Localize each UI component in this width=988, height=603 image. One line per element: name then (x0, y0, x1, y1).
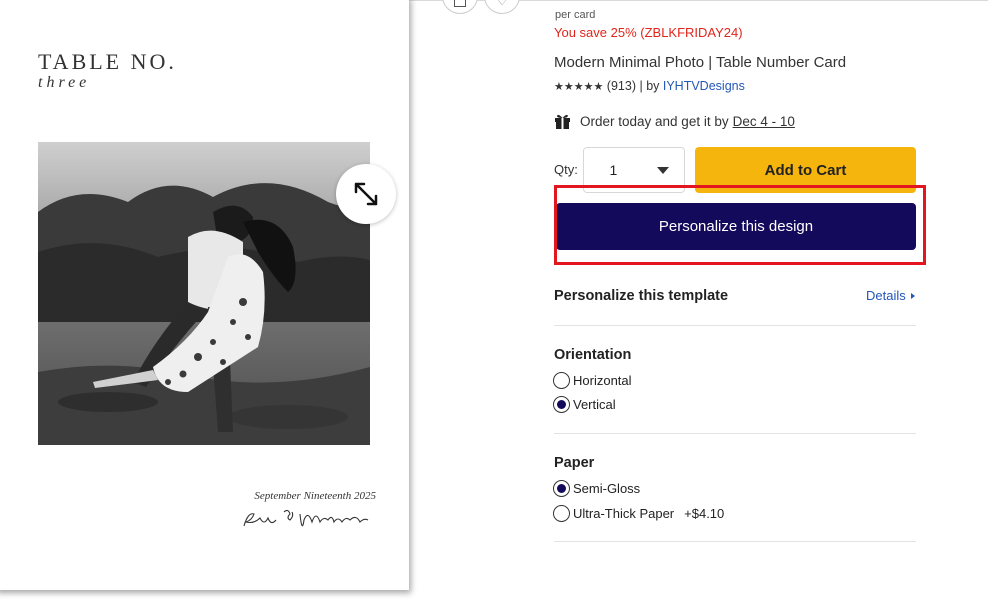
card-title: TABLE NO. (38, 49, 177, 74)
divider (554, 541, 916, 542)
caret-down-icon (643, 166, 684, 174)
option-label: Horizontal (573, 373, 632, 388)
radio-button[interactable] (553, 505, 570, 522)
orientation-title: Orientation (554, 347, 632, 363)
delivery-date-link[interactable]: Dec 4 - 10 (733, 114, 795, 129)
template-section-title: Personalize this template (554, 288, 729, 304)
divider (554, 325, 916, 326)
couple-photo (38, 142, 370, 445)
option-label: Vertical (573, 397, 616, 412)
favorite-mini-button[interactable]: ♡ (484, 0, 520, 14)
highlight-annotation (554, 185, 926, 265)
save-mini-button[interactable] (442, 0, 478, 14)
qty-value: 1 (609, 162, 618, 178)
paper-option-ultra-thick[interactable]: Ultra-Thick Paper +$4.10 (553, 505, 724, 522)
details-link[interactable]: Details (866, 288, 917, 303)
radio-button[interactable] (553, 396, 570, 413)
orientation-option-vertical[interactable]: Vertical (553, 396, 616, 413)
orientation-option-horizontal[interactable]: Horizontal (553, 372, 632, 389)
details-label: Details (866, 288, 906, 303)
heart-icon: ♡ (497, 0, 507, 8)
paper-option-semi-gloss[interactable]: Semi-Gloss (553, 480, 640, 497)
option-price: +$4.10 (684, 506, 725, 521)
option-label: Ultra-Thick Paper (573, 506, 675, 521)
radio-button[interactable] (553, 372, 570, 389)
caret-right-icon (910, 292, 915, 299)
signature-graphic (243, 509, 369, 527)
price-unit: per card (555, 9, 596, 21)
savings-text: You save 25% (ZBLKFRIDAY24) (554, 25, 743, 40)
gift-icon (555, 114, 570, 129)
card-date: September Nineteenth 2025 (254, 490, 376, 502)
save-icon (454, 0, 466, 7)
delivery-info: Order today and get it by Dec 4 - 10 (554, 113, 795, 130)
option-label: Semi-Gloss (573, 481, 641, 496)
delivery-text: Order today and get it by (580, 114, 729, 129)
radio-button[interactable] (553, 480, 570, 497)
rating-row: ★★★★★ (913) | by IYHTVDesigns (554, 79, 745, 93)
seller-link[interactable]: IYHTVDesigns (663, 79, 745, 93)
rating-stars: ★★★★★ (554, 81, 604, 93)
expand-preview-button[interactable] (336, 164, 396, 224)
card-subtitle: three (38, 74, 91, 91)
expand-arrows-icon (354, 182, 378, 206)
review-count[interactable]: (913) (607, 79, 636, 93)
by-label: | by (639, 79, 660, 93)
qty-label: Qty: (554, 162, 578, 177)
paper-title: Paper (554, 455, 595, 471)
card-preview: TABLE NO. three September Nineteenth 202… (0, 0, 409, 590)
divider (554, 433, 916, 434)
product-title: Modern Minimal Photo | Table Number Card (554, 54, 847, 71)
